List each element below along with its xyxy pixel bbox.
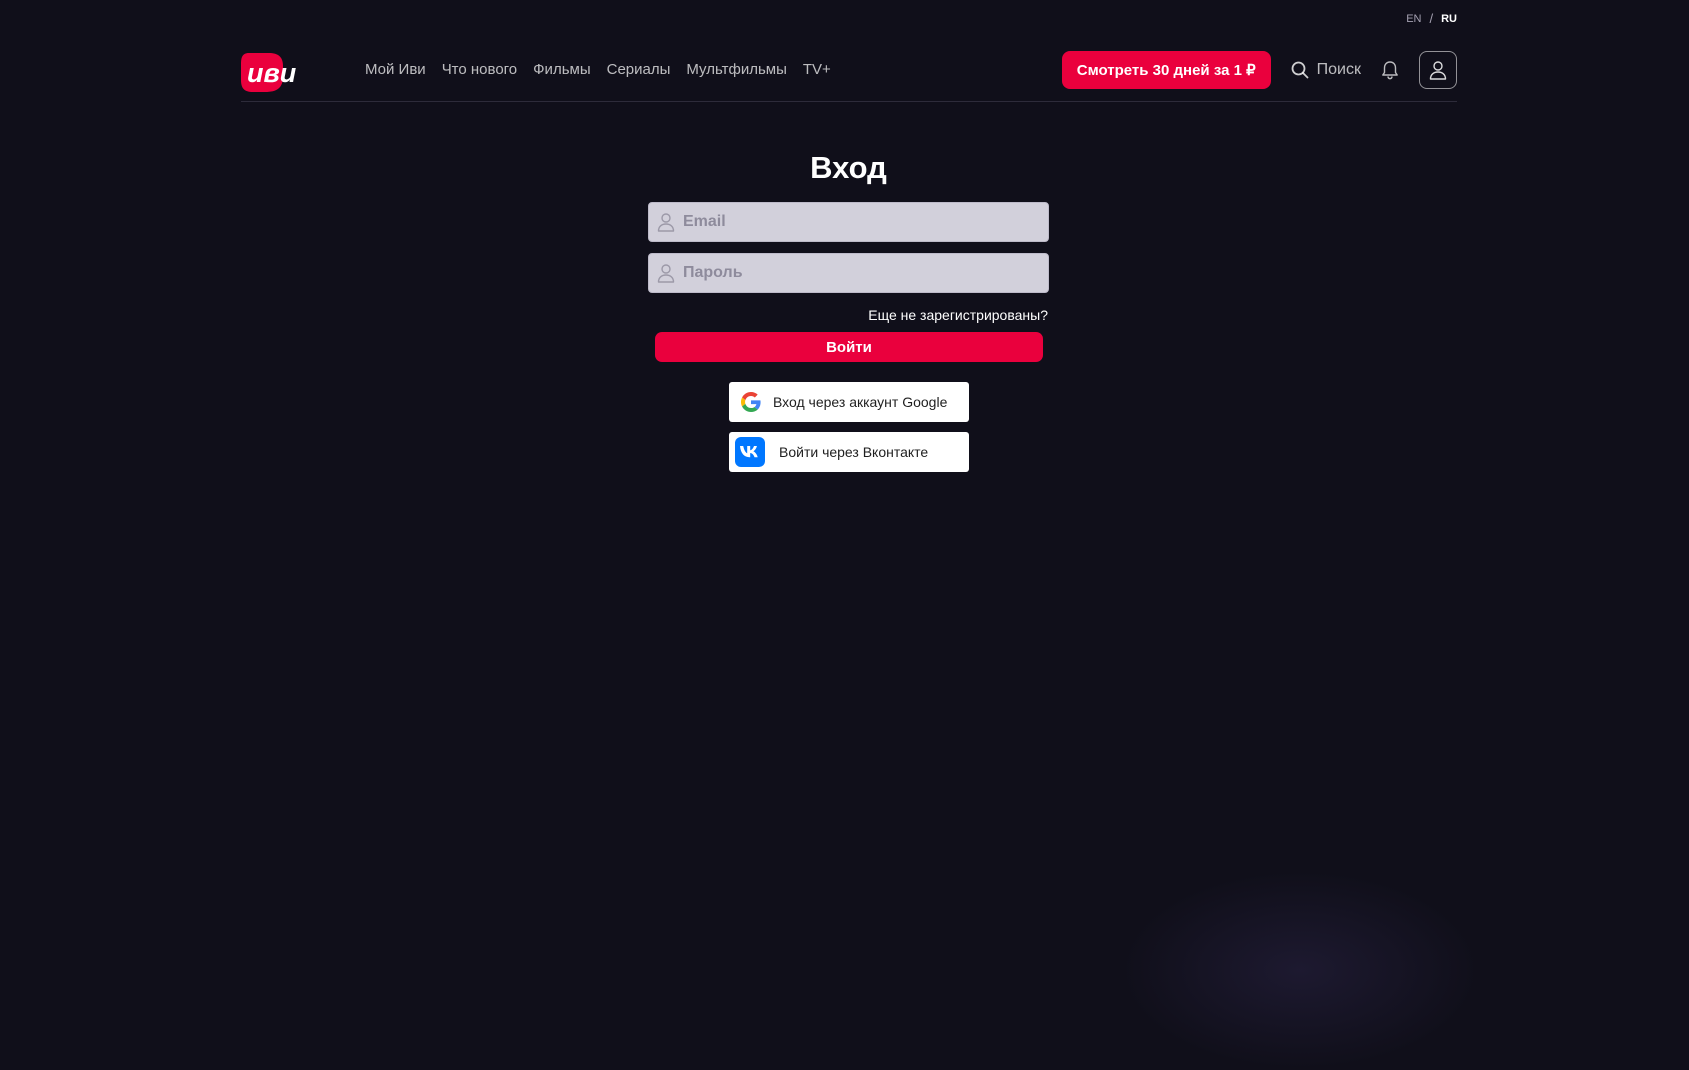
email-field: [648, 202, 1049, 242]
google-login-button[interactable]: Вход через аккаунт Google: [729, 382, 969, 422]
register-link[interactable]: Еще не зарегистрированы?: [868, 307, 1048, 323]
google-login-label: Вход через аккаунт Google: [773, 394, 948, 410]
subscription-promo-button[interactable]: Смотреть 30 дней за 1 ₽: [1061, 51, 1271, 89]
profile-button[interactable]: [1419, 51, 1457, 89]
notifications-button[interactable]: [1381, 60, 1399, 80]
language-separator: /: [1429, 11, 1434, 26]
user-icon: [657, 212, 679, 232]
language-option-ru[interactable]: RU: [1441, 13, 1457, 25]
nav-item-whats-new[interactable]: Что нового: [442, 61, 517, 78]
user-icon: [1429, 61, 1447, 80]
password-field: [648, 253, 1049, 293]
ivi-logo-text: иви: [247, 58, 297, 88]
language-switcher: EN / RU: [1406, 11, 1457, 26]
password-input[interactable]: [679, 254, 1048, 292]
vk-login-button[interactable]: Войти через Вконтакте: [729, 432, 969, 472]
login-button[interactable]: Войти: [655, 332, 1043, 362]
language-option-en[interactable]: EN: [1406, 13, 1421, 25]
header-actions: Смотреть 30 дней за 1 ₽ Поиск: [1061, 51, 1457, 89]
google-icon: [741, 392, 761, 412]
user-icon: [657, 263, 679, 283]
nav-item-tv-plus[interactable]: TV+: [803, 61, 831, 78]
page-title: Вход: [810, 150, 887, 185]
vk-icon: [735, 437, 765, 467]
search-button[interactable]: Поиск: [1291, 61, 1361, 79]
nav-item-series[interactable]: Сериалы: [607, 61, 671, 78]
main-nav: Мой Иви Что нового Фильмы Сериалы Мультф…: [365, 61, 831, 78]
nav-item-my-ivi[interactable]: Мой Иви: [365, 61, 426, 78]
search-label: Поиск: [1316, 61, 1361, 78]
nav-item-cartoons[interactable]: Мультфильмы: [686, 61, 786, 78]
ivi-logo-graphic: иви: [241, 53, 297, 92]
vk-login-label: Войти через Вконтакте: [779, 444, 929, 460]
background-glow: [1120, 870, 1480, 1070]
ivi-logo[interactable]: иви: [241, 50, 321, 94]
search-icon: [1291, 61, 1309, 79]
bell-icon: [1382, 61, 1398, 80]
email-input[interactable]: [679, 203, 1048, 241]
site-header: иви Мой Иви Что нового Фильмы Сериалы Му…: [241, 46, 1457, 102]
nav-item-movies[interactable]: Фильмы: [533, 61, 590, 78]
